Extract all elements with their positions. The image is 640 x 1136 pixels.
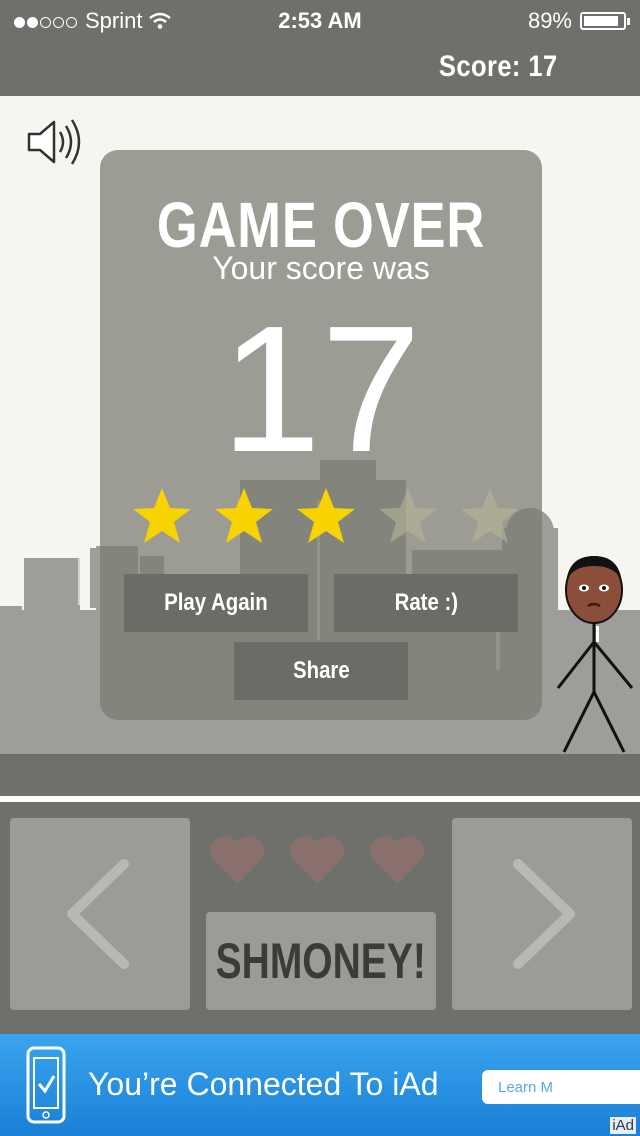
moon-icon [600, 452, 616, 481]
final-score: 17 [220, 289, 422, 490]
share-button[interactable]: Share [234, 642, 408, 700]
star-filled-icon [133, 488, 191, 543]
shmoney-button[interactable]: SHMONEY! [206, 912, 436, 1010]
heart-icon [210, 836, 264, 884]
share-label: Share [292, 657, 350, 684]
play-again-label: Play Again [164, 589, 268, 616]
ad-banner[interactable]: You’re Connected To iAd Learn M iAd [0, 1034, 640, 1136]
star-empty-icon [379, 488, 437, 543]
chevron-right-icon [513, 859, 575, 969]
ground [0, 754, 640, 796]
heart-icon [290, 836, 344, 884]
star-filled-icon [215, 488, 273, 543]
move-right-button[interactable] [452, 818, 632, 1010]
ad-message: You’re Connected To iAd [88, 1066, 439, 1102]
iad-logo: iAd [610, 1117, 636, 1134]
score-subtitle: Your score was [212, 250, 430, 286]
chevron-left-icon [67, 859, 129, 969]
learn-more-button[interactable]: Learn M [482, 1070, 640, 1104]
player-character [556, 556, 634, 753]
star-filled-icon [297, 488, 355, 543]
star-empty-icon [461, 488, 519, 543]
heart-icon [370, 836, 424, 884]
shmoney-label: SHMONEY! [215, 933, 427, 989]
speaker-icon[interactable] [26, 116, 84, 168]
game-over-dialog: GAME OVER Your score was 17 Play Again R… [100, 150, 542, 720]
lives-indicator [208, 832, 426, 886]
star-rating [130, 484, 522, 548]
move-left-button[interactable] [10, 818, 190, 1010]
rate-button[interactable]: Rate :) [334, 574, 518, 632]
rate-label: Rate :) [394, 589, 458, 616]
play-again-button[interactable]: Play Again [124, 574, 308, 632]
phone-check-icon [26, 1046, 66, 1124]
controls-panel: SHMONEY! [0, 802, 640, 1034]
